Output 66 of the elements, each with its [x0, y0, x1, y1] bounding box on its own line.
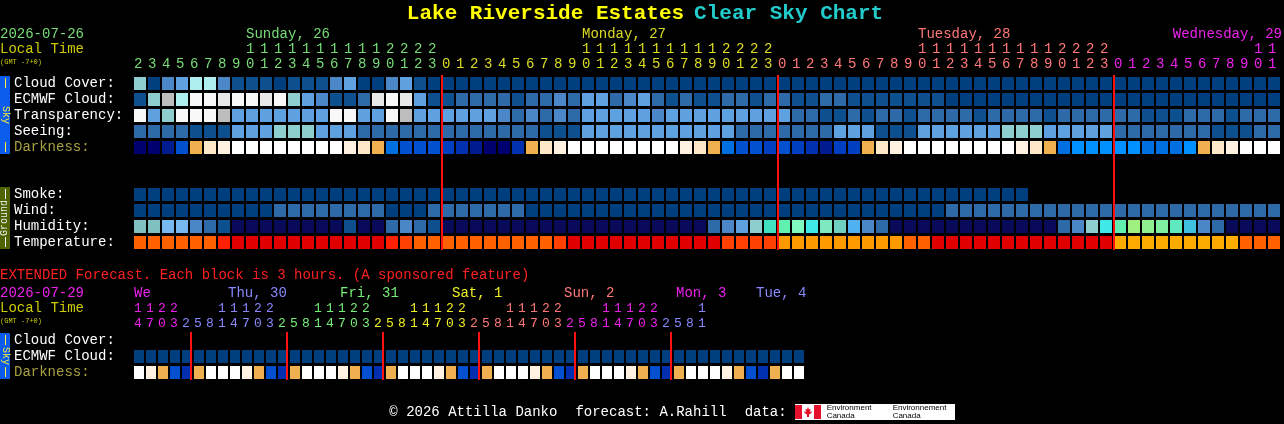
- midnight-line: [670, 332, 672, 380]
- row-label: Humidity:: [13, 218, 91, 234]
- day-label: Tue, 4: [756, 286, 807, 301]
- logo-text: Environnement Canada: [892, 404, 948, 420]
- hour-units-digits: 0 1 2 3 4 5 6 7 8 9 0 1: [1114, 57, 1276, 73]
- day-label: We: [134, 286, 151, 301]
- location-title: Lake Riverside Estates: [406, 0, 685, 27]
- tab-label: Sky: [0, 106, 10, 124]
- midnight-line: [190, 332, 192, 380]
- day-label: Fri, 31: [340, 286, 399, 301]
- row-label: Darkness:: [13, 364, 91, 380]
- hour-units-digits: 0 1 2 3 4 5 6 7 8 9 0 1 2 3 4 5 6 7 8 9 0 1 2 3: [778, 57, 1108, 73]
- hour-tens-digits: 1 1 1 1 1 1 1 1 1 1 2 2 2 2: [582, 42, 772, 57]
- day-label: Monday, 27: [582, 27, 666, 42]
- day-label: Sat, 1: [452, 286, 503, 301]
- hour-units-digits: 2 5 8 1: [662, 316, 704, 332]
- row-label: Darkness:: [13, 139, 91, 155]
- date-label: 2026-07-26: [0, 27, 84, 42]
- hour-tens-digits: 1 1 1 2 2: [218, 301, 272, 316]
- flag-icon: [794, 405, 821, 419]
- row-label: Smoke:: [13, 186, 66, 202]
- hour-units-digits: 4 7 0 3: [134, 316, 176, 332]
- row-label: Wind:: [13, 202, 57, 218]
- hour-units-digits: 2 3 4 5 6 7 8 9 0 1 2 3 4 5 6 7 8 9 0 1 2 3: [134, 57, 436, 73]
- day-label: Thu, 30: [228, 286, 287, 301]
- row-label: Seeing:: [13, 123, 74, 139]
- data-credit: data:: [744, 402, 787, 422]
- row-label: Transparency:: [13, 107, 125, 123]
- row-label: Cloud Cover:: [13, 75, 116, 91]
- row-label: Temperature:: [13, 234, 116, 250]
- midnight-line: [478, 332, 480, 380]
- row-label: ECMWF Cloud:: [13, 348, 116, 364]
- hour-tens-digits: 1 1 1 2 2: [410, 301, 464, 316]
- extended-note: EXTENDED Forecast. Each block is 3 hours. (A sponsored feature): [0, 267, 530, 283]
- day-label: Mon, 3: [676, 286, 727, 301]
- hour-tens-digits: 1 1 1 1 1 1 1 1 1 1 2 2 2 2: [918, 42, 1108, 57]
- midnight-line: [286, 332, 288, 380]
- hour-tens-digits: 1 1 1 2 2: [506, 301, 560, 316]
- hour-units-digits: 2 5 8 1 4 7 0 3: [374, 316, 465, 332]
- forecast-credit: forecast: A.Rahill: [575, 402, 727, 422]
- logo-text: Environment Canada: [826, 404, 873, 420]
- hour-tens-digits: 1 1 2 2: [134, 301, 176, 316]
- midnight-line: [574, 332, 576, 380]
- hour-units-digits: 2 5 8 1 4 7 0 3: [182, 316, 273, 332]
- copyright-text: © 2026 Attilla Danko: [389, 402, 558, 422]
- day-label: Wednesday, 29: [1172, 27, 1282, 42]
- hour-tens-digits: 1 1 1 1 1 1 1 1 1 1 2 2 2 2: [246, 42, 436, 57]
- row-label: Cloud Cover:: [13, 332, 116, 348]
- hour-units-digits: 2 5 8 1 4 7 0 3: [470, 316, 561, 332]
- midnight-line: [382, 332, 384, 380]
- tab-label: Sky: [0, 347, 10, 365]
- hour-tens-digits: 1 1 1 2 2: [602, 301, 656, 316]
- time-label: Local Time: [0, 301, 84, 316]
- hour-units-digits: 2 5 8 1 4 7 0 3: [566, 316, 657, 332]
- date-label: 2026-07-29: [0, 286, 84, 301]
- day-label: Sunday, 26: [246, 27, 330, 42]
- hour-tens-digits: 1 1: [1254, 42, 1275, 57]
- day-label: Sun, 2: [564, 286, 615, 301]
- hour-tens-digits: 1 1 1 2 2: [314, 301, 368, 316]
- day-label: Tuesday, 28: [918, 27, 1011, 42]
- time-label: Local Time: [0, 42, 84, 57]
- chart-title: Clear Sky Chart: [694, 0, 884, 27]
- row-label: ECMWF Cloud:: [13, 91, 116, 107]
- hour-units-digits: 2 5 8 1 4 7 0 3: [278, 316, 369, 332]
- hour-tens-digits: 1: [698, 301, 704, 316]
- hour-units-digits: 0 1 2 3 4 5 6 7 8 9 0 1 2 3 4 5 6 7 8 9 0 1 2 3: [442, 57, 772, 73]
